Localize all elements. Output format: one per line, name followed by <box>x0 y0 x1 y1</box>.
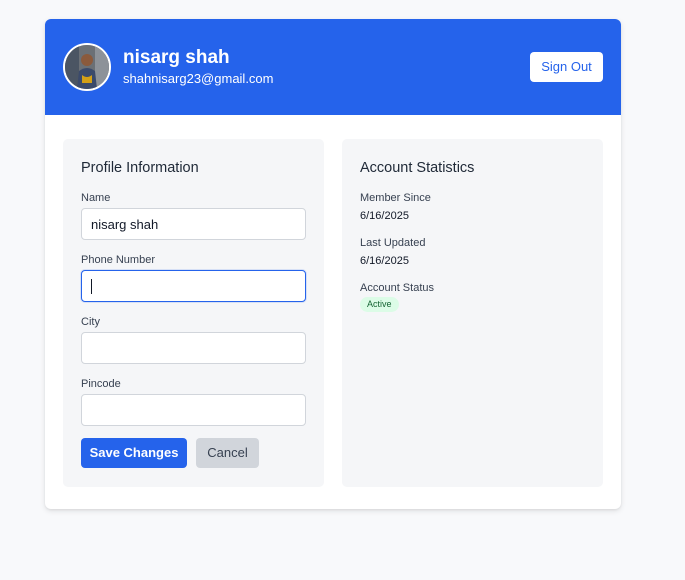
account-statistics-title: Account Statistics <box>360 160 475 176</box>
pincode-label: Pincode <box>81 378 121 390</box>
last-updated-label: Last Updated <box>360 237 426 249</box>
city-label: City <box>81 316 100 328</box>
last-updated-value: 6/16/2025 <box>360 255 409 267</box>
profile-information-panel: Profile Information Name Phone Number Ci… <box>63 139 324 487</box>
phone-number-label: Phone Number <box>81 254 155 266</box>
account-status-label: Account Status <box>360 282 434 294</box>
sign-out-button[interactable]: Sign Out <box>530 52 603 82</box>
cancel-button[interactable]: Cancel <box>196 438 259 468</box>
account-statistics-panel: Account Statistics Member Since 6/16/202… <box>342 139 603 487</box>
pincode-input[interactable] <box>81 394 306 426</box>
user-email: shahnisarg23@gmail.com <box>123 71 274 86</box>
avatar-image <box>65 45 109 89</box>
profile-information-title: Profile Information <box>81 160 199 176</box>
phone-number-input[interactable] <box>81 270 306 302</box>
status-badge: Active <box>360 297 399 312</box>
member-since-value: 6/16/2025 <box>360 210 409 222</box>
text-caret <box>91 279 92 294</box>
profile-header: nisarg shah shahnisarg23@gmail.com Sign … <box>45 19 621 115</box>
save-changes-button[interactable]: Save Changes <box>81 438 187 468</box>
profile-card: nisarg shah shahnisarg23@gmail.com Sign … <box>45 19 621 509</box>
member-since-label: Member Since <box>360 192 431 204</box>
name-input[interactable] <box>81 208 306 240</box>
avatar <box>63 43 111 91</box>
city-input[interactable] <box>81 332 306 364</box>
name-label: Name <box>81 192 111 204</box>
user-name: nisarg shah <box>123 47 230 68</box>
